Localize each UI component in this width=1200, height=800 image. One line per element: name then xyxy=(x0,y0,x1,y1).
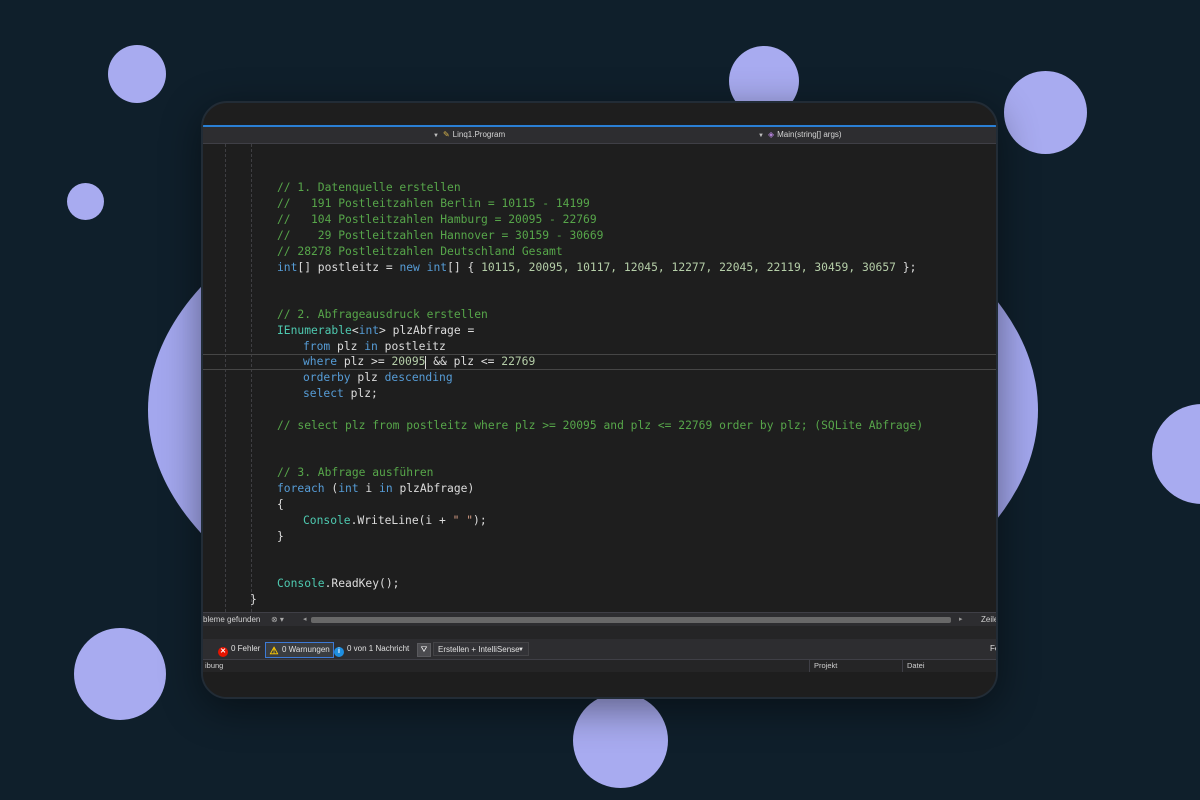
background-circle xyxy=(74,628,166,720)
member-scope-dropdown[interactable]: ▼ ◈ Main(string[] args) xyxy=(758,127,842,144)
code-line: // 29 Postleitzahlen Hannover = 30159 - … xyxy=(277,229,604,242)
column-project[interactable]: Projekt xyxy=(814,660,837,672)
horizontal-scrollbar-thumb[interactable] xyxy=(311,617,951,623)
editor-status-scrollbar: bleme gefunden ⊗ ▾ ◂ ▸ Zeile xyxy=(203,612,996,627)
warning-icon: ⚠ xyxy=(269,646,279,657)
scroll-right-icon[interactable]: ▸ xyxy=(959,613,963,627)
panel-divider xyxy=(203,626,996,639)
build-scope-label: Erstellen + IntelliSense xyxy=(438,645,520,654)
code-line: // 2. Abfrageausdruck erstellen xyxy=(277,308,488,321)
scroll-left-icon[interactable]: ◂ xyxy=(303,613,307,627)
code-line: from plz in postleitz xyxy=(303,340,446,353)
method-icon: ◈ xyxy=(767,130,775,139)
issues-status-text: bleme gefunden xyxy=(203,615,261,624)
errors-label: 0 Fehler xyxy=(231,644,261,653)
type-scope-dropdown[interactable]: ▼ ✎ Linq1.Program xyxy=(433,127,505,144)
code-line-current: where plz >= 20095 && plz <= 22769 xyxy=(303,355,536,369)
column-separator[interactable] xyxy=(902,660,903,672)
code-line: Console.WriteLine(i + " "); xyxy=(303,514,487,527)
code-line: // 28278 Postleitzahlen Deutschland Gesa… xyxy=(277,245,563,258)
code-line: } xyxy=(250,593,257,606)
code-line: int[] postleitz = new int[] { 10115, 200… xyxy=(277,261,917,274)
code-line: Console.ReadKey(); xyxy=(277,577,400,590)
code-line: // 191 Postleitzahlen Berlin = 10115 - 1… xyxy=(277,197,590,210)
chevron-down-icon: ▼ xyxy=(433,133,439,139)
chevron-down-icon: ▼ xyxy=(518,647,524,653)
info-icon: i xyxy=(334,647,344,657)
code-line: // 104 Postleitzahlen Hamburg = 20095 - … xyxy=(277,213,597,226)
column-description[interactable]: ibung xyxy=(205,660,223,672)
ide-window: ▼ ✎ Linq1.Program ▼ ◈ Main(string[] args) //… xyxy=(201,101,998,699)
background-circle xyxy=(1004,71,1087,154)
code-line: foreach (int i in plzAbfrage) xyxy=(277,482,475,495)
class-icon: ✎ xyxy=(442,130,450,139)
member-scope-label: Main(string[] args) xyxy=(777,130,842,139)
error-list-header: ibung Projekt Datei xyxy=(203,659,996,673)
warnings-filter-button[interactable]: ⚠ 0 Warnungen xyxy=(265,642,334,658)
indent-guide xyxy=(251,144,252,612)
code-line: // 3. Abfrage ausführen xyxy=(277,466,434,479)
chevron-down-icon: ▼ xyxy=(758,133,764,139)
search-error-list-label[interactable]: Fe xyxy=(987,642,996,656)
filter-icon[interactable]: ⛛ xyxy=(417,643,431,657)
error-list-toolbar: ✕ 0 Fehler ⚠ 0 Warnungen i0 von 1 Nachrich… xyxy=(203,639,996,659)
type-scope-label: Linq1.Program xyxy=(452,130,506,139)
tools-dropdown-icon[interactable]: ⊗ ▾ xyxy=(271,613,284,627)
code-line: IEnumerable<int> plzAbfrage = xyxy=(277,324,475,337)
code-line: select plz; xyxy=(303,387,378,400)
indent-guide xyxy=(225,144,226,612)
errors-filter-button[interactable]: ✕ 0 Fehler xyxy=(215,642,263,657)
messages-label: 0 von 1 Nachricht xyxy=(347,644,410,653)
code-line: } xyxy=(277,530,284,543)
build-scope-dropdown[interactable]: Erstellen + IntelliSense ▼ xyxy=(433,642,529,656)
column-file[interactable]: Datei xyxy=(907,660,925,672)
background-circle xyxy=(1152,404,1200,504)
code-editor[interactable]: // 1. Datenquelle erstellen // 191 Postl… xyxy=(203,144,996,612)
code-line: { xyxy=(277,498,284,511)
code-line: // select plz from postleitz where plz >… xyxy=(277,419,924,432)
background-circle xyxy=(573,693,668,788)
code-line: orderby plz descending xyxy=(303,371,453,384)
warnings-label: 0 Warnungen xyxy=(282,645,330,654)
messages-filter-button[interactable]: i0 von 1 Nachricht xyxy=(331,642,412,657)
background-circle xyxy=(67,183,104,220)
code-line: // 1. Datenquelle erstellen xyxy=(277,181,461,194)
column-separator[interactable] xyxy=(809,660,810,672)
navigation-bar: ▼ ✎ Linq1.Program ▼ ◈ Main(string[] args) xyxy=(203,127,996,144)
error-icon: ✕ xyxy=(218,647,228,657)
background-circle xyxy=(108,45,166,103)
line-indicator: Zeile xyxy=(981,615,998,624)
error-list-body xyxy=(203,672,996,697)
